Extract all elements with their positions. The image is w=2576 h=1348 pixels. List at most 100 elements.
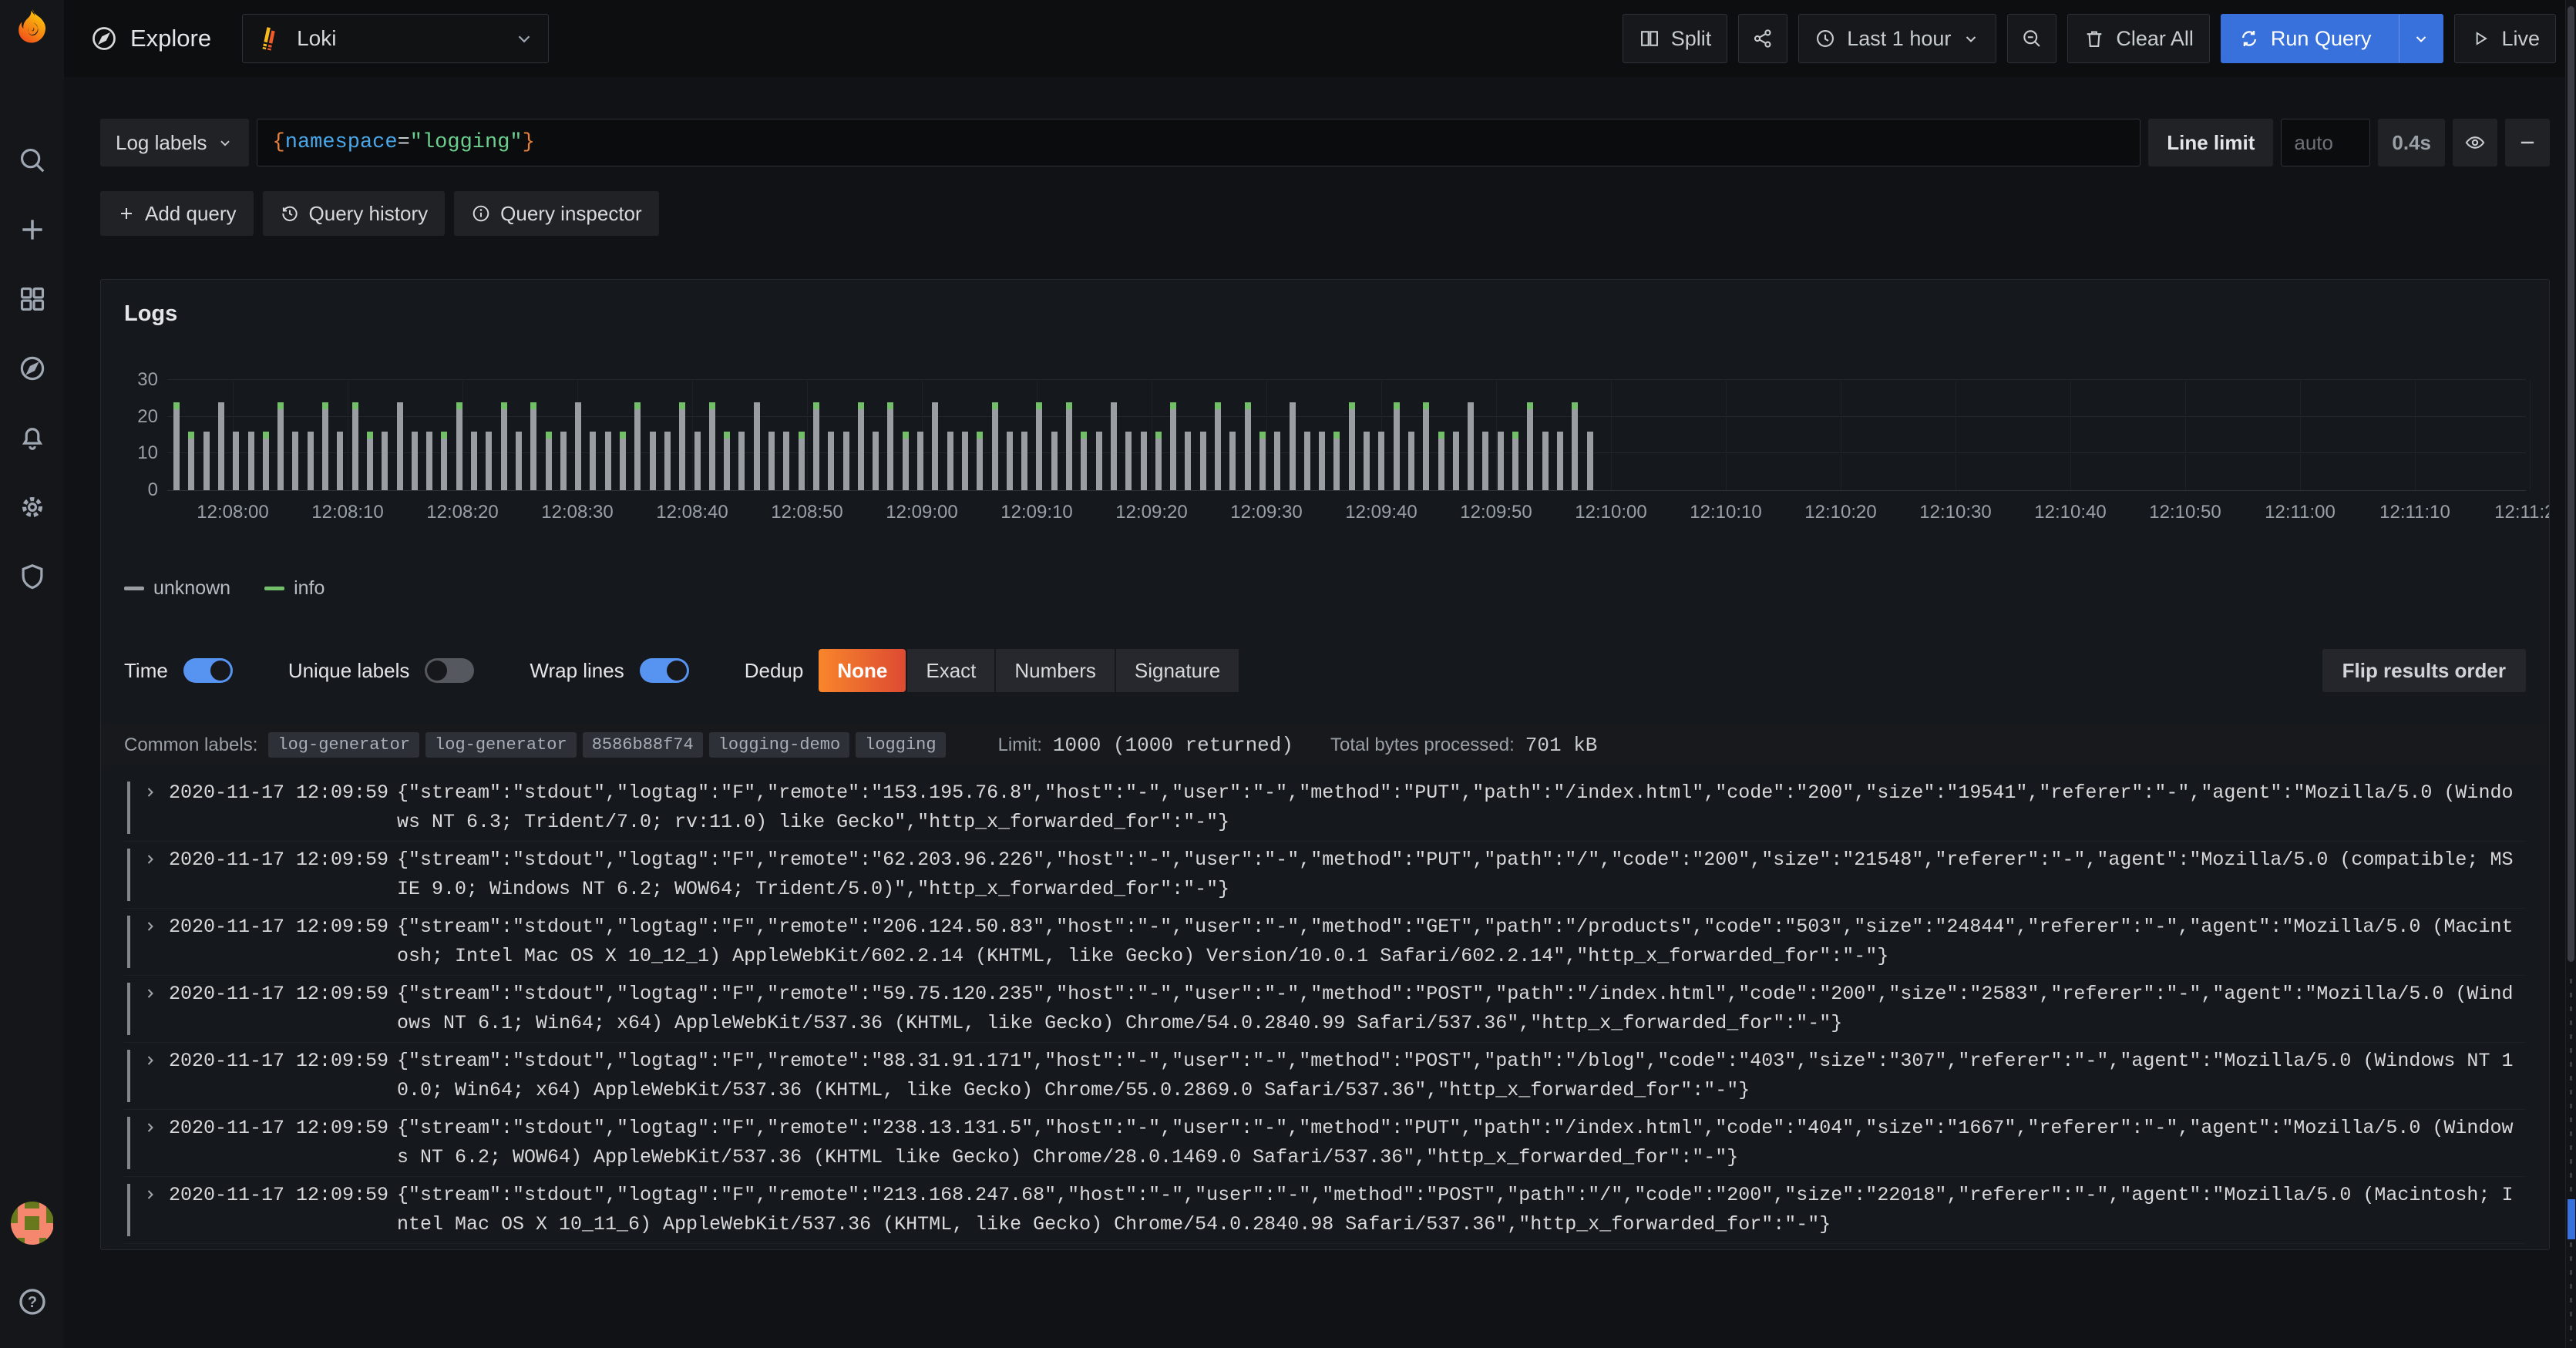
unique-labels-toggle[interactable] [425, 658, 474, 683]
x-axis-label: 12:08:30 [520, 502, 635, 523]
help-icon[interactable]: ? [17, 1286, 48, 1317]
chart-bar [664, 432, 671, 490]
grafana-logo-icon[interactable] [8, 6, 56, 54]
log-line-text: {"stream":"stdout","logtag":"F","remote"… [397, 845, 2526, 904]
x-axis-label: 12:09:20 [1094, 502, 1209, 523]
log-row[interactable]: 2020-11-17 12:09:59{"stream":"stdout","l… [124, 1109, 2526, 1176]
search-icon[interactable] [17, 145, 48, 176]
chart-bar [1542, 432, 1549, 490]
x-axis-label: 12:11:20 [2472, 502, 2550, 523]
chart-bar [248, 432, 254, 490]
chart-bar [977, 432, 983, 490]
explore-compass-icon[interactable] [17, 353, 48, 384]
log-row[interactable]: 2020-11-17 12:09:59{"stream":"stdout","l… [124, 908, 2526, 975]
query-token: = [398, 131, 410, 154]
query-token: } [523, 131, 535, 154]
chevron-down-icon [1962, 29, 1980, 48]
remove-query-minus-icon[interactable] [2505, 119, 2550, 166]
log-level-bar [127, 849, 130, 901]
toggle-visibility-eye-icon[interactable] [2453, 119, 2497, 166]
chevron-right-icon[interactable] [143, 778, 169, 837]
run-query-button[interactable]: Run Query [2221, 14, 2444, 63]
add-query-button[interactable]: Add query [100, 191, 254, 236]
scrollbar-blue-thumb[interactable] [2568, 1199, 2575, 1239]
user-avatar[interactable] [11, 1202, 54, 1245]
chart-bar [1081, 432, 1087, 490]
chart-bar [1557, 432, 1563, 490]
zoom-out-icon[interactable] [2007, 14, 2056, 63]
legend-item-info[interactable]: info [264, 577, 325, 600]
log-row[interactable]: 2020-11-17 12:09:59{"stream":"stdout","l… [124, 1243, 2526, 1250]
flip-results-order-button[interactable]: Flip results order [2322, 649, 2526, 692]
chart-bar [1349, 402, 1355, 490]
chart-bar [1200, 432, 1206, 490]
dedup-option-signature[interactable]: Signature [1116, 649, 1239, 692]
wrap-lines-toggle[interactable] [640, 658, 689, 683]
x-axis-label: 12:10:20 [1783, 502, 1898, 523]
common-label-chip: 8586b88f74 [583, 732, 703, 758]
alerting-bell-icon[interactable] [17, 422, 48, 453]
common-label-chip: log-generator [268, 732, 419, 758]
log-timestamp: 2020-11-17 12:09:59 [169, 913, 397, 971]
chart-bar [679, 402, 685, 490]
chevron-right-icon[interactable] [143, 913, 169, 971]
live-button[interactable]: Live [2454, 14, 2556, 63]
line-limit-input[interactable] [2281, 119, 2370, 166]
chevron-right-icon[interactable] [143, 1181, 169, 1239]
dedup-option-none[interactable]: None [819, 649, 906, 692]
query-token: namespace [285, 131, 398, 154]
share-icon[interactable] [1738, 14, 1787, 63]
chart-bar [813, 402, 819, 490]
log-row[interactable]: 2020-11-17 12:09:59{"stream":"stdout","l… [124, 975, 2526, 1042]
x-axis-label: 12:09:40 [1323, 502, 1439, 523]
run-query-dropdown[interactable] [2399, 15, 2443, 62]
log-rows-list: 2020-11-17 12:09:59{"stream":"stdout","l… [124, 775, 2526, 1250]
chevron-right-icon[interactable] [143, 1248, 169, 1250]
chevron-right-icon[interactable] [143, 980, 169, 1038]
chart-bar [516, 432, 522, 490]
chart-bar [1141, 432, 1147, 490]
query-input[interactable]: {namespace="logging"} [257, 119, 2141, 166]
chart-bar [903, 432, 909, 490]
log-row[interactable]: 2020-11-17 12:09:59{"stream":"stdout","l… [124, 1042, 2526, 1109]
chevron-right-icon[interactable] [143, 845, 169, 904]
chart-bar [1259, 432, 1266, 490]
create-plus-icon[interactable] [17, 214, 48, 245]
log-row[interactable]: 2020-11-17 12:09:59{"stream":"stdout","l… [124, 775, 2526, 841]
chevron-right-icon[interactable] [143, 1047, 169, 1105]
query-history-button[interactable]: Query history [263, 191, 446, 236]
chart-bar [992, 402, 998, 490]
chart-bar [634, 402, 641, 490]
chart-bar [1215, 402, 1221, 490]
dedup-option-numbers[interactable]: Numbers [996, 649, 1114, 692]
legend-item-unknown[interactable]: unknown [124, 577, 230, 600]
log-row[interactable]: 2020-11-17 12:09:59{"stream":"stdout","l… [124, 841, 2526, 908]
page-scrollbar[interactable] [2565, 0, 2576, 1348]
datasource-picker[interactable]: Loki [242, 14, 549, 63]
chart-bar [412, 432, 418, 490]
scrollbar-thumb[interactable] [2568, 6, 2574, 962]
top-navbar: Explore Loki [64, 0, 2576, 77]
time-toggle[interactable] [183, 658, 233, 683]
chart-bar [1527, 402, 1533, 490]
configuration-gear-icon[interactable] [17, 492, 48, 523]
log-labels-dropdown[interactable]: Log labels [100, 119, 249, 166]
dedup-option-exact[interactable]: Exact [907, 649, 994, 692]
x-axis-label: 12:08:10 [290, 502, 405, 523]
time-range-label: Last 1 hour [1847, 27, 1951, 51]
split-button[interactable]: Split [1623, 14, 1728, 63]
log-row[interactable]: 2020-11-17 12:09:59{"stream":"stdout","l… [124, 1176, 2526, 1243]
admin-shield-icon[interactable] [17, 561, 48, 592]
clear-all-button[interactable]: Clear All [2067, 14, 2210, 63]
v-gridline [1611, 381, 1612, 490]
time-range-picker[interactable]: Last 1 hour [1798, 14, 1996, 63]
chart-bar [1333, 432, 1340, 490]
query-inspector-button[interactable]: Query inspector [454, 191, 659, 236]
dashboards-icon[interactable] [17, 284, 48, 314]
chart-bar [709, 402, 715, 490]
chart-bar [1170, 402, 1176, 490]
chart-bar [277, 402, 284, 490]
chevron-right-icon[interactable] [143, 1114, 169, 1172]
v-gridline [462, 381, 463, 490]
chart-bar [456, 402, 462, 490]
